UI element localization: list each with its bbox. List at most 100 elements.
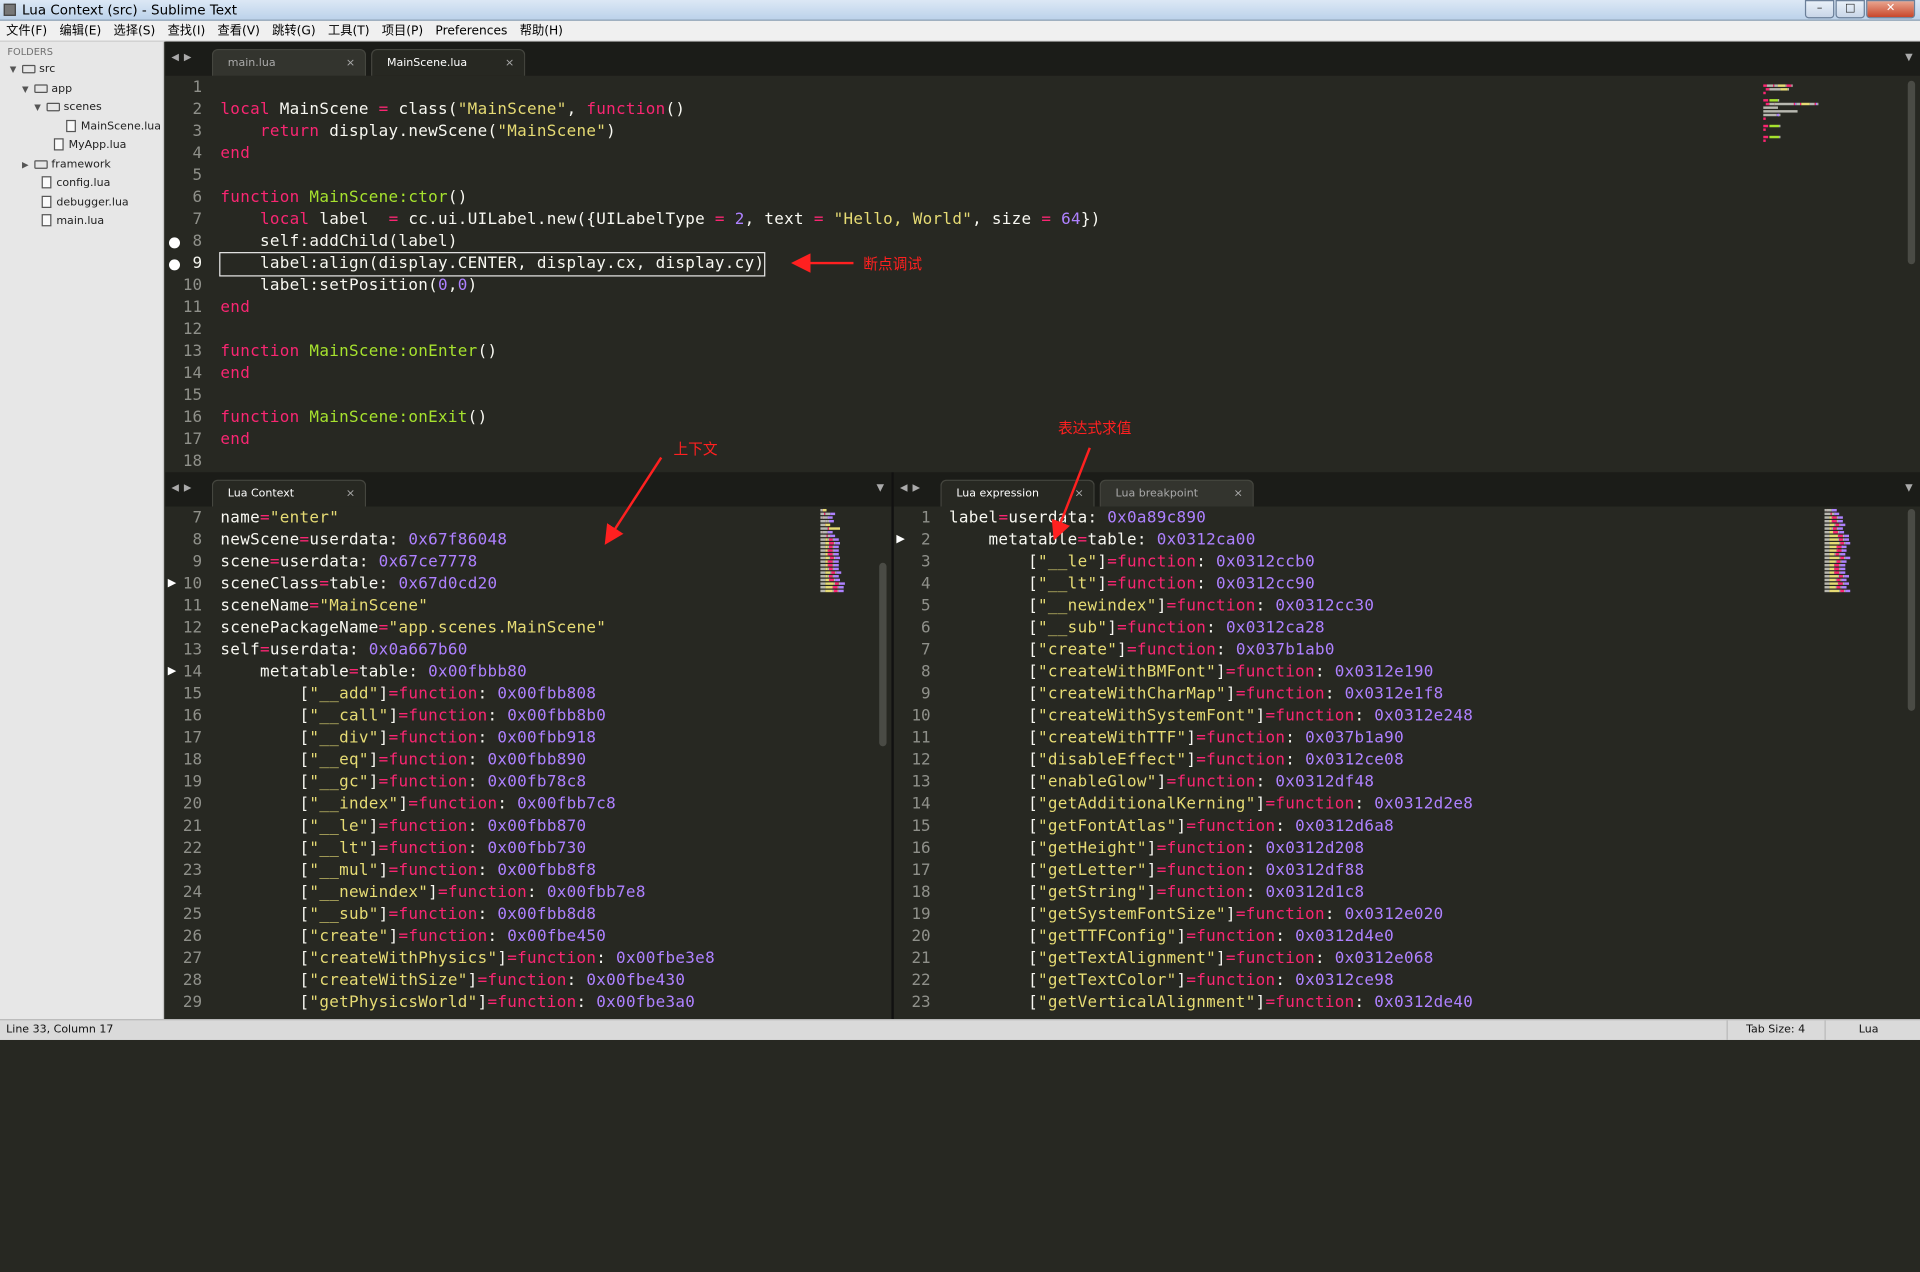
tab-size-button[interactable]: Tab Size: 4 xyxy=(1746,1020,1805,1040)
minimize-button[interactable]: – xyxy=(1804,0,1835,19)
code-line[interactable]: end xyxy=(220,429,250,451)
close-icon[interactable]: × xyxy=(1074,481,1083,508)
code-line[interactable]: ["create"]=function: 0x00fbe450 xyxy=(220,926,606,948)
code-line[interactable]: ["__div"]=function: 0x00fbb918 xyxy=(220,728,596,750)
code-line[interactable]: ["__call"]=function: 0x00fbb8b0 xyxy=(220,706,606,728)
expression-scrollbar[interactable] xyxy=(1907,508,1916,711)
code-line[interactable]: end xyxy=(220,363,250,385)
breakpoint-icon[interactable] xyxy=(168,259,181,271)
menu-item[interactable]: 编辑(E) xyxy=(53,21,107,41)
tab-lua-expression[interactable]: Lua expression × xyxy=(940,479,1095,508)
close-icon[interactable]: × xyxy=(505,50,514,77)
code-line[interactable]: ["getAdditionalKerning"]=function: 0x031… xyxy=(949,794,1473,816)
code-line[interactable]: ["__gc"]=function: 0x00fb78c8 xyxy=(220,772,587,794)
code-line[interactable]: self:addChild(label) xyxy=(220,231,458,253)
code-line[interactable]: ["create"]=function: 0x037b1ab0 xyxy=(949,640,1335,662)
close-icon[interactable]: × xyxy=(346,481,355,508)
tab-nav-arrows[interactable]: ◀▶ xyxy=(171,51,196,62)
code-line[interactable]: end xyxy=(220,143,250,165)
fold-arrow-icon[interactable]: ▶ xyxy=(896,533,904,545)
code-line[interactable]: metatable=table: 0x0312ca00 xyxy=(949,530,1256,552)
sidebar-folder[interactable]: ▶ framework xyxy=(22,156,111,174)
code-line[interactable]: sceneName="MainScene" xyxy=(220,596,428,618)
code-line[interactable]: ["getLetter"]=function: 0x0312df88 xyxy=(949,860,1364,882)
sidebar-file[interactable]: MyApp.lua xyxy=(34,137,126,155)
sidebar-file[interactable]: MainScene.lua xyxy=(47,118,161,136)
code-line[interactable]: name="enter" xyxy=(220,508,339,530)
code-line[interactable]: self=userdata: 0x0a667b60 xyxy=(220,640,467,662)
close-button[interactable]: ✕ xyxy=(1866,0,1916,19)
sidebar-file[interactable]: debugger.lua xyxy=(22,194,129,212)
menu-item[interactable]: 项目(P) xyxy=(376,21,430,41)
code-line[interactable]: ["createWithPhysics"]=function: 0x00fbe3… xyxy=(220,948,715,970)
code-line[interactable]: ["createWithCharMap"]=function: 0x0312e1… xyxy=(949,684,1444,706)
code-line[interactable]: end xyxy=(220,297,250,319)
code-line[interactable]: ["getSystemFontSize"]=function: 0x0312e0… xyxy=(949,904,1444,926)
code-line[interactable]: ["getHeight"]=function: 0x0312d208 xyxy=(949,838,1364,860)
code-line[interactable]: ["getVerticalAlignment"]=function: 0x031… xyxy=(949,992,1473,1014)
code-line[interactable]: ["__add"]=function: 0x00fbb808 xyxy=(220,684,596,706)
code-line[interactable]: label=userdata: 0x0a89c890 xyxy=(949,508,1206,530)
code-line[interactable]: scenePackageName="app.scenes.MainScene" xyxy=(220,618,606,640)
code-line[interactable]: ["disableEffect"]=function: 0x0312ce08 xyxy=(949,750,1404,772)
code-line[interactable]: scene=userdata: 0x67ce7778 xyxy=(220,552,477,574)
menu-item[interactable]: 跳转(G) xyxy=(266,21,322,41)
code-line[interactable]: sceneClass=table: 0x67d0cd20 xyxy=(220,574,497,596)
code-line[interactable]: ["__lt"]=function: 0x00fbb730 xyxy=(220,838,587,860)
code-line[interactable]: function MainScene:onExit() xyxy=(220,407,487,429)
code-line[interactable]: ["__lt"]=function: 0x0312cc90 xyxy=(949,574,1315,596)
code-line[interactable]: function MainScene:ctor() xyxy=(220,187,467,209)
code-line[interactable]: ["getString"]=function: 0x0312d1c8 xyxy=(949,882,1364,904)
code-line[interactable]: ["createWithTTF"]=function: 0x037b1a90 xyxy=(949,728,1404,750)
code-line[interactable]: ["__eq"]=function: 0x00fbb890 xyxy=(220,750,587,772)
expression-pane[interactable]: 1 label=userdata: 0x0a89c890 2 ▶ metatable=… xyxy=(893,506,1920,1018)
tab-mainscene-lua[interactable]: MainScene.lua × xyxy=(371,48,526,77)
code-line[interactable]: local MainScene = class("MainScene", fun… xyxy=(220,99,685,121)
tab-nav-arrows[interactable]: ◀▶ xyxy=(900,482,925,493)
menu-item[interactable]: 查看(V) xyxy=(211,21,266,41)
code-line[interactable]: ["__newindex"]=function: 0x00fbb7e8 xyxy=(220,882,646,904)
sidebar-folder[interactable]: ▼ scenes xyxy=(34,99,101,117)
code-line[interactable]: ["createWithSystemFont"]=function: 0x031… xyxy=(949,706,1473,728)
code-line[interactable]: ["__sub"]=function: 0x00fbb8d8 xyxy=(220,904,596,926)
maximize-button[interactable]: □ xyxy=(1835,0,1865,19)
code-line[interactable]: ["getFontAtlas"]=function: 0x0312d6a8 xyxy=(949,816,1394,838)
code-line[interactable]: label:align(display.CENTER, display.cx, … xyxy=(219,252,766,277)
code-line[interactable]: ["getPhysicsWorld"]=function: 0x00fbe3a0 xyxy=(220,992,695,1014)
tab-list-dropdown[interactable]: ▼ xyxy=(1905,482,1913,493)
code-line[interactable]: ["getTextColor"]=function: 0x0312ce98 xyxy=(949,970,1394,992)
syntax-button[interactable]: Lua xyxy=(1859,1020,1879,1040)
code-line[interactable]: label:setPosition(0,0) xyxy=(220,275,477,297)
sidebar-folder[interactable]: ▼ app xyxy=(22,80,72,98)
tab-lua-context[interactable]: Lua Context × xyxy=(211,479,367,508)
sidebar-file[interactable]: main.lua xyxy=(22,213,104,231)
code-line[interactable]: ["enableGlow"]=function: 0x0312df48 xyxy=(949,772,1374,794)
code-line[interactable]: local label = cc.ui.UILabel.new({UILabel… xyxy=(220,209,1100,231)
menu-item[interactable]: 工具(T) xyxy=(322,21,376,41)
editor-pane[interactable]: 1 2 local MainScene = class("MainScene", f… xyxy=(165,75,1920,472)
fold-arrow-icon[interactable]: ▶ xyxy=(168,666,176,678)
code-line[interactable]: ["createWithSize"]=function: 0x00fbe430 xyxy=(220,970,685,992)
menu-item[interactable]: Preferences xyxy=(429,21,513,41)
menu-item[interactable]: 查找(I) xyxy=(161,21,211,41)
code-line[interactable]: ["getTextAlignment"]=function: 0x0312e06… xyxy=(949,948,1434,970)
context-pane[interactable]: 7 name="enter" 8 newScene=userdata: 0x67f86… xyxy=(165,506,892,1018)
menu-item[interactable]: 文件(F) xyxy=(0,21,53,41)
code-line[interactable]: metatable=table: 0x00fbbb80 xyxy=(220,662,527,684)
chevron-down-icon[interactable]: ▼ xyxy=(22,80,34,98)
code-line[interactable]: ["getTTFConfig"]=function: 0x0312d4e0 xyxy=(949,926,1394,948)
sidebar-folder[interactable]: ▼ src xyxy=(10,61,55,79)
code-line[interactable]: ["__le"]=function: 0x00fbb870 xyxy=(220,816,587,838)
fold-arrow-icon[interactable]: ▶ xyxy=(168,577,176,589)
context-scrollbar[interactable] xyxy=(879,562,887,747)
code-line[interactable]: return display.newScene("MainScene") xyxy=(220,121,616,143)
chevron-right-icon[interactable]: ▶ xyxy=(22,156,34,174)
code-line[interactable]: ["__index"]=function: 0x00fbb7c8 xyxy=(220,794,616,816)
editor-scrollbar[interactable] xyxy=(1907,80,1916,265)
code-line[interactable]: ["__le"]=function: 0x0312ccb0 xyxy=(949,552,1315,574)
tab-list-dropdown[interactable]: ▼ xyxy=(1905,51,1913,62)
tab-main-lua[interactable]: main.lua × xyxy=(211,48,367,77)
code-line[interactable]: ["createWithBMFont"]=function: 0x0312e19… xyxy=(949,662,1434,684)
close-icon[interactable]: × xyxy=(346,50,355,77)
chevron-down-icon[interactable]: ▼ xyxy=(34,99,46,117)
